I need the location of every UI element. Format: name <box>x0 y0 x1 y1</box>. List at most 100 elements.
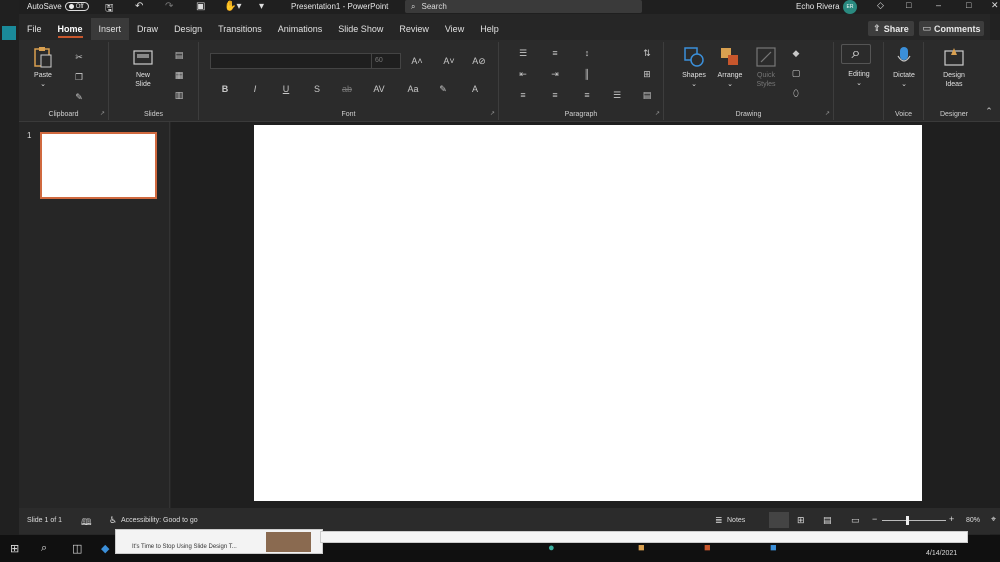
app-icon[interactable]: ■ <box>770 542 777 554</box>
align-center-icon[interactable]: ≡ <box>547 88 563 102</box>
app-icon[interactable]: ● <box>548 542 555 554</box>
increase-font-icon[interactable]: A˄ <box>409 54 425 68</box>
shape-outline-icon[interactable]: ▢ <box>788 66 804 80</box>
cut-icon[interactable]: ✂ <box>71 50 87 64</box>
comments-button[interactable]: ▭ Comments <box>919 21 984 36</box>
italic-icon[interactable]: I <box>247 82 263 96</box>
dropbox-icon[interactable]: ◆ <box>101 542 109 555</box>
paste-button[interactable]: Paste ⌄ <box>25 46 61 89</box>
zoom-in-icon[interactable]: + <box>949 514 954 524</box>
search-input[interactable]: ⌕ Search <box>405 0 642 13</box>
touch-mode-icon[interactable]: ✋▾ <box>224 1 241 12</box>
columns-icon[interactable]: ║ <box>579 67 595 81</box>
align-right-icon[interactable]: ≡ <box>579 88 595 102</box>
new-slide-button[interactable]: New Slide <box>125 46 161 89</box>
zoom-slider[interactable] <box>882 520 946 521</box>
decrease-font-icon[interactable]: A˅ <box>441 54 457 68</box>
undo-icon[interactable]: ↶ <box>135 1 143 12</box>
tab-slide-show[interactable]: Slide Show <box>330 18 391 40</box>
bold-icon[interactable]: B <box>217 82 233 96</box>
slideshow-view-icon[interactable]: ▭ <box>851 515 860 526</box>
align-text-icon[interactable]: ⊞ <box>639 67 655 81</box>
copy-icon[interactable]: ❐ <box>71 70 87 84</box>
drawing-launcher-icon[interactable]: ↗ <box>825 110 830 117</box>
increase-indent-icon[interactable]: ⇥ <box>547 67 563 81</box>
tab-home[interactable]: Home <box>50 18 91 40</box>
accessibility-status[interactable]: Accessibility: Good to go <box>121 517 198 524</box>
minimize-icon[interactable]: – <box>936 0 941 10</box>
change-case-icon[interactable]: Aa <box>405 82 421 96</box>
tab-review[interactable]: Review <box>391 18 437 40</box>
close-icon[interactable]: ✕ <box>991 0 999 11</box>
fit-slide-icon[interactable]: ⌖ <box>991 514 996 525</box>
accessibility-icon[interactable]: ♿ <box>109 515 117 526</box>
autosave-toggle[interactable]: Off <box>64 2 89 11</box>
layout-icon[interactable]: ▤ <box>171 48 187 62</box>
editing-button[interactable]: Editing ⌄ <box>841 70 877 88</box>
line-spacing-icon[interactable]: ↕ <box>579 46 595 60</box>
tab-design[interactable]: Design <box>166 18 210 40</box>
align-left-icon[interactable]: ≡ <box>515 88 531 102</box>
ribbon-display-icon[interactable]: □ <box>906 0 911 10</box>
dialog-launcher-icon[interactable]: ↗ <box>100 110 105 117</box>
decrease-indent-icon[interactable]: ⇤ <box>515 67 531 81</box>
taskbar-preview[interactable]: It's Time to Stop Using Slide Design T..… <box>115 529 323 554</box>
justify-icon[interactable]: ☰ <box>609 88 625 102</box>
dictate-button[interactable]: Dictate ⌄ <box>886 46 922 89</box>
present-icon[interactable]: ▣ <box>196 1 205 12</box>
tab-draw[interactable]: Draw <box>129 18 166 40</box>
zoom-slider-thumb[interactable] <box>906 516 909 525</box>
shadow-icon[interactable]: S <box>309 82 325 96</box>
tab-insert[interactable]: Insert <box>90 18 130 40</box>
slide-thumbnail[interactable] <box>40 132 157 199</box>
premium-diamond-icon[interactable]: ◇ <box>877 0 884 11</box>
search-icon[interactable]: ⌕ <box>41 542 47 555</box>
slide[interactable] <box>254 125 922 501</box>
bullets-icon[interactable]: ☰ <box>515 46 531 60</box>
underline-icon[interactable]: U <box>278 82 294 96</box>
tab-help[interactable]: Help <box>472 18 507 40</box>
font-name-input[interactable] <box>210 53 373 69</box>
slide-sorter-icon[interactable]: ⊞ <box>797 515 805 526</box>
section-icon[interactable]: ▥ <box>171 88 187 102</box>
zoom-out-icon[interactable]: − <box>872 514 877 524</box>
smartart-icon[interactable]: ▤ <box>639 88 655 102</box>
app-icon[interactable]: ■ <box>704 542 711 554</box>
format-painter-icon[interactable]: ✎ <box>71 90 87 104</box>
text-direction-icon[interactable]: ⇅ <box>639 46 655 60</box>
redo-icon[interactable]: ↷ <box>165 1 173 12</box>
character-spacing-icon[interactable]: AV <box>371 82 387 96</box>
reset-icon[interactable]: ▦ <box>171 68 187 82</box>
collapse-ribbon-icon[interactable]: ⌃ <box>981 104 997 118</box>
font-color-icon[interactable]: A <box>467 82 483 96</box>
customize-qat-icon[interactable]: ▾ <box>259 1 264 12</box>
arrange-button[interactable]: Arrange ⌄ <box>712 46 748 89</box>
shape-fill-icon[interactable]: ◆ <box>788 46 804 60</box>
zoom-level[interactable]: 80% <box>966 517 980 524</box>
tab-animations[interactable]: Animations <box>270 18 331 40</box>
shapes-button[interactable]: Shapes ⌄ <box>676 46 712 89</box>
highlight-icon[interactable]: ✎ <box>435 82 451 96</box>
find-search-icon[interactable]: ⌕ <box>841 44 871 64</box>
maximize-icon[interactable]: □ <box>966 0 971 10</box>
tab-view[interactable]: View <box>437 18 472 40</box>
shape-effects-icon[interactable]: ⬯ <box>788 86 804 100</box>
clear-formatting-icon[interactable]: A⊘ <box>471 54 487 68</box>
design-ideas-button[interactable]: Design Ideas <box>936 46 972 89</box>
notes-icon[interactable]: ≣ <box>715 515 723 526</box>
task-view-icon[interactable]: ◫ <box>72 542 82 555</box>
normal-view-icon[interactable] <box>769 512 789 528</box>
avatar[interactable]: ER <box>843 0 857 14</box>
paragraph-launcher-icon[interactable]: ↗ <box>655 110 660 117</box>
app-icon[interactable]: ■ <box>638 542 645 554</box>
notes-label[interactable]: Notes <box>727 517 745 524</box>
strikethrough-icon[interactable]: ab <box>339 82 355 96</box>
share-button[interactable]: ⇪ Share <box>868 21 914 36</box>
save-icon[interactable]: 🖫 <box>105 1 114 18</box>
quick-styles-button[interactable]: Quick Styles <box>748 46 784 89</box>
font-launcher-icon[interactable]: ↗ <box>490 110 495 117</box>
windows-start-icon[interactable]: ⊞ <box>10 542 19 555</box>
tab-transitions[interactable]: Transitions <box>210 18 270 40</box>
user-name[interactable]: Echo Rivera <box>796 2 840 11</box>
tab-file[interactable]: File <box>19 18 50 40</box>
